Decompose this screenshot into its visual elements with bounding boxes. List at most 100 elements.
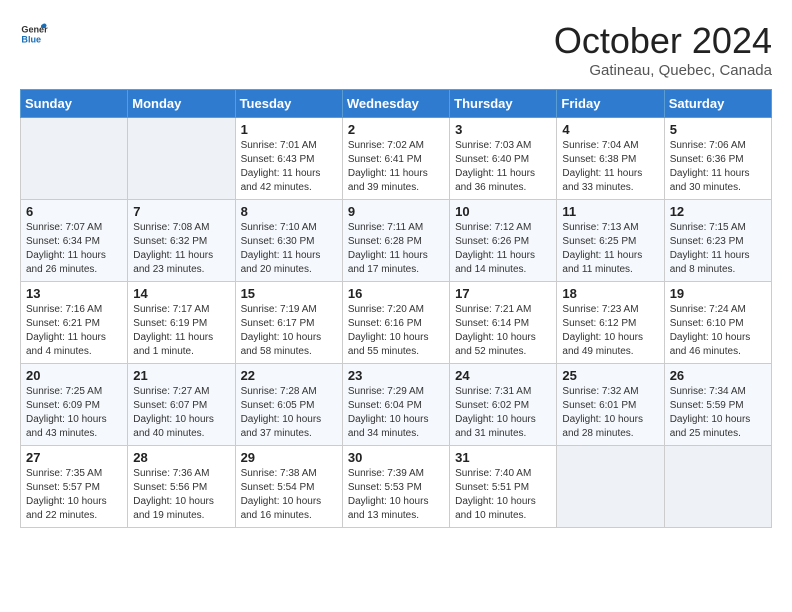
day-number: 28 xyxy=(133,450,229,465)
day-number: 30 xyxy=(348,450,444,465)
calendar-cell: 13 Sunrise: 7:16 AM Sunset: 6:21 PM Dayli… xyxy=(21,282,128,364)
day-info: Sunrise: 7:32 AM Sunset: 6:01 PM Dayligh… xyxy=(562,385,658,441)
header-day-thursday: Thursday xyxy=(450,90,557,118)
calendar-header-row: SundayMondayTuesdayWednesdayThursdayFrid… xyxy=(21,90,772,118)
title-block: October 2024 Gatineau, Quebec, Canada xyxy=(554,20,772,79)
day-info: Sunrise: 7:38 AM Sunset: 5:54 PM Dayligh… xyxy=(241,467,337,523)
day-number: 25 xyxy=(562,368,658,383)
day-number: 19 xyxy=(670,286,766,301)
day-info: Sunrise: 7:15 AM Sunset: 6:23 PM Dayligh… xyxy=(670,221,766,277)
calendar-cell: 1 Sunrise: 7:01 AM Sunset: 6:43 PM Daylig… xyxy=(235,118,342,200)
header-day-sunday: Sunday xyxy=(21,90,128,118)
day-number: 23 xyxy=(348,368,444,383)
calendar-cell: 24 Sunrise: 7:31 AM Sunset: 6:02 PM Dayli… xyxy=(450,364,557,446)
day-info: Sunrise: 7:36 AM Sunset: 5:56 PM Dayligh… xyxy=(133,467,229,523)
day-info: Sunrise: 7:35 AM Sunset: 5:57 PM Dayligh… xyxy=(26,467,122,523)
calendar-week-4: 20 Sunrise: 7:25 AM Sunset: 6:09 PM Dayli… xyxy=(21,364,772,446)
calendar-cell: 5Sunrise: 7:06 AM Sunset: 6:36 PM Daylig… xyxy=(664,118,771,200)
calendar-cell: 27 Sunrise: 7:35 AM Sunset: 5:57 PM Dayli… xyxy=(21,446,128,528)
calendar-cell: 18 Sunrise: 7:23 AM Sunset: 6:12 PM Dayli… xyxy=(557,282,664,364)
day-info: Sunrise: 7:02 AM Sunset: 6:41 PM Dayligh… xyxy=(348,139,444,195)
day-number: 11 xyxy=(562,204,658,219)
day-number: 13 xyxy=(26,286,122,301)
calendar-cell: 3 Sunrise: 7:03 AM Sunset: 6:40 PM Daylig… xyxy=(450,118,557,200)
day-info: Sunrise: 7:21 AM Sunset: 6:14 PM Dayligh… xyxy=(455,303,551,359)
day-info: Sunrise: 7:17 AM Sunset: 6:19 PM Dayligh… xyxy=(133,303,229,359)
calendar-cell: 2Sunrise: 7:02 AM Sunset: 6:41 PM Daylig… xyxy=(342,118,449,200)
calendar-cell: 16Sunrise: 7:20 AM Sunset: 6:16 PM Dayli… xyxy=(342,282,449,364)
calendar-cell: 31 Sunrise: 7:40 AM Sunset: 5:51 PM Dayli… xyxy=(450,446,557,528)
page-header: General Blue October 2024 Gatineau, Queb… xyxy=(20,20,772,79)
day-info: Sunrise: 7:07 AM Sunset: 6:34 PM Dayligh… xyxy=(26,221,122,277)
day-number: 4 xyxy=(562,122,658,137)
calendar-week-1: 1 Sunrise: 7:01 AM Sunset: 6:43 PM Daylig… xyxy=(21,118,772,200)
calendar-week-2: 6 Sunrise: 7:07 AM Sunset: 6:34 PM Daylig… xyxy=(21,200,772,282)
calendar-week-5: 27 Sunrise: 7:35 AM Sunset: 5:57 PM Dayli… xyxy=(21,446,772,528)
day-info: Sunrise: 7:04 AM Sunset: 6:38 PM Dayligh… xyxy=(562,139,658,195)
day-info: Sunrise: 7:12 AM Sunset: 6:26 PM Dayligh… xyxy=(455,221,551,277)
day-number: 8 xyxy=(241,204,337,219)
day-info: Sunrise: 7:10 AM Sunset: 6:30 PM Dayligh… xyxy=(241,221,337,277)
svg-text:Blue: Blue xyxy=(21,34,41,44)
calendar-cell: 6 Sunrise: 7:07 AM Sunset: 6:34 PM Daylig… xyxy=(21,200,128,282)
calendar-cell: 21 Sunrise: 7:27 AM Sunset: 6:07 PM Dayli… xyxy=(128,364,235,446)
header-day-saturday: Saturday xyxy=(664,90,771,118)
day-number: 24 xyxy=(455,368,551,383)
day-info: Sunrise: 7:01 AM Sunset: 6:43 PM Dayligh… xyxy=(241,139,337,195)
calendar-cell: 9 Sunrise: 7:11 AM Sunset: 6:28 PM Daylig… xyxy=(342,200,449,282)
calendar-cell xyxy=(21,118,128,200)
day-info: Sunrise: 7:34 AM Sunset: 5:59 PM Dayligh… xyxy=(670,385,766,441)
day-number: 1 xyxy=(241,122,337,137)
day-number: 21 xyxy=(133,368,229,383)
day-info: Sunrise: 7:31 AM Sunset: 6:02 PM Dayligh… xyxy=(455,385,551,441)
day-info: Sunrise: 7:08 AM Sunset: 6:32 PM Dayligh… xyxy=(133,221,229,277)
day-info: Sunrise: 7:16 AM Sunset: 6:21 PM Dayligh… xyxy=(26,303,122,359)
day-info: Sunrise: 7:20 AM Sunset: 6:16 PM Dayligh… xyxy=(348,303,444,359)
header-day-monday: Monday xyxy=(128,90,235,118)
day-number: 9 xyxy=(348,204,444,219)
day-number: 22 xyxy=(241,368,337,383)
logo-icon: General Blue xyxy=(20,20,48,48)
calendar-cell: 7Sunrise: 7:08 AM Sunset: 6:32 PM Daylig… xyxy=(128,200,235,282)
header-day-friday: Friday xyxy=(557,90,664,118)
day-number: 10 xyxy=(455,204,551,219)
day-number: 27 xyxy=(26,450,122,465)
day-info: Sunrise: 7:27 AM Sunset: 6:07 PM Dayligh… xyxy=(133,385,229,441)
day-number: 15 xyxy=(241,286,337,301)
day-info: Sunrise: 7:06 AM Sunset: 6:36 PM Dayligh… xyxy=(670,139,766,195)
calendar-cell: 17Sunrise: 7:21 AM Sunset: 6:14 PM Dayli… xyxy=(450,282,557,364)
calendar-table: SundayMondayTuesdayWednesdayThursdayFrid… xyxy=(20,89,772,528)
calendar-cell: 14 Sunrise: 7:17 AM Sunset: 6:19 PM Dayli… xyxy=(128,282,235,364)
calendar-cell xyxy=(128,118,235,200)
calendar-cell: 11Sunrise: 7:13 AM Sunset: 6:25 PM Dayli… xyxy=(557,200,664,282)
day-number: 12 xyxy=(670,204,766,219)
day-info: Sunrise: 7:19 AM Sunset: 6:17 PM Dayligh… xyxy=(241,303,337,359)
calendar-cell: 8 Sunrise: 7:10 AM Sunset: 6:30 PM Daylig… xyxy=(235,200,342,282)
month-title: October 2024 xyxy=(554,20,772,62)
day-number: 29 xyxy=(241,450,337,465)
day-number: 3 xyxy=(455,122,551,137)
calendar-cell: 28 Sunrise: 7:36 AM Sunset: 5:56 PM Dayli… xyxy=(128,446,235,528)
calendar-cell: 26 Sunrise: 7:34 AM Sunset: 5:59 PM Dayli… xyxy=(664,364,771,446)
day-info: Sunrise: 7:03 AM Sunset: 6:40 PM Dayligh… xyxy=(455,139,551,195)
calendar-cell: 19 Sunrise: 7:24 AM Sunset: 6:10 PM Dayli… xyxy=(664,282,771,364)
day-info: Sunrise: 7:23 AM Sunset: 6:12 PM Dayligh… xyxy=(562,303,658,359)
header-day-tuesday: Tuesday xyxy=(235,90,342,118)
calendar-cell: 30 Sunrise: 7:39 AM Sunset: 5:53 PM Dayli… xyxy=(342,446,449,528)
day-info: Sunrise: 7:39 AM Sunset: 5:53 PM Dayligh… xyxy=(348,467,444,523)
day-info: Sunrise: 7:24 AM Sunset: 6:10 PM Dayligh… xyxy=(670,303,766,359)
day-info: Sunrise: 7:40 AM Sunset: 5:51 PM Dayligh… xyxy=(455,467,551,523)
day-number: 6 xyxy=(26,204,122,219)
day-number: 14 xyxy=(133,286,229,301)
calendar-cell: 10 Sunrise: 7:12 AM Sunset: 6:26 PM Dayli… xyxy=(450,200,557,282)
day-info: Sunrise: 7:28 AM Sunset: 6:05 PM Dayligh… xyxy=(241,385,337,441)
calendar-cell: 23Sunrise: 7:29 AM Sunset: 6:04 PM Dayli… xyxy=(342,364,449,446)
day-number: 20 xyxy=(26,368,122,383)
calendar-cell: 12 Sunrise: 7:15 AM Sunset: 6:23 PM Dayli… xyxy=(664,200,771,282)
logo: General Blue xyxy=(20,20,48,48)
day-info: Sunrise: 7:11 AM Sunset: 6:28 PM Dayligh… xyxy=(348,221,444,277)
day-number: 31 xyxy=(455,450,551,465)
day-number: 18 xyxy=(562,286,658,301)
day-number: 26 xyxy=(670,368,766,383)
day-info: Sunrise: 7:25 AM Sunset: 6:09 PM Dayligh… xyxy=(26,385,122,441)
